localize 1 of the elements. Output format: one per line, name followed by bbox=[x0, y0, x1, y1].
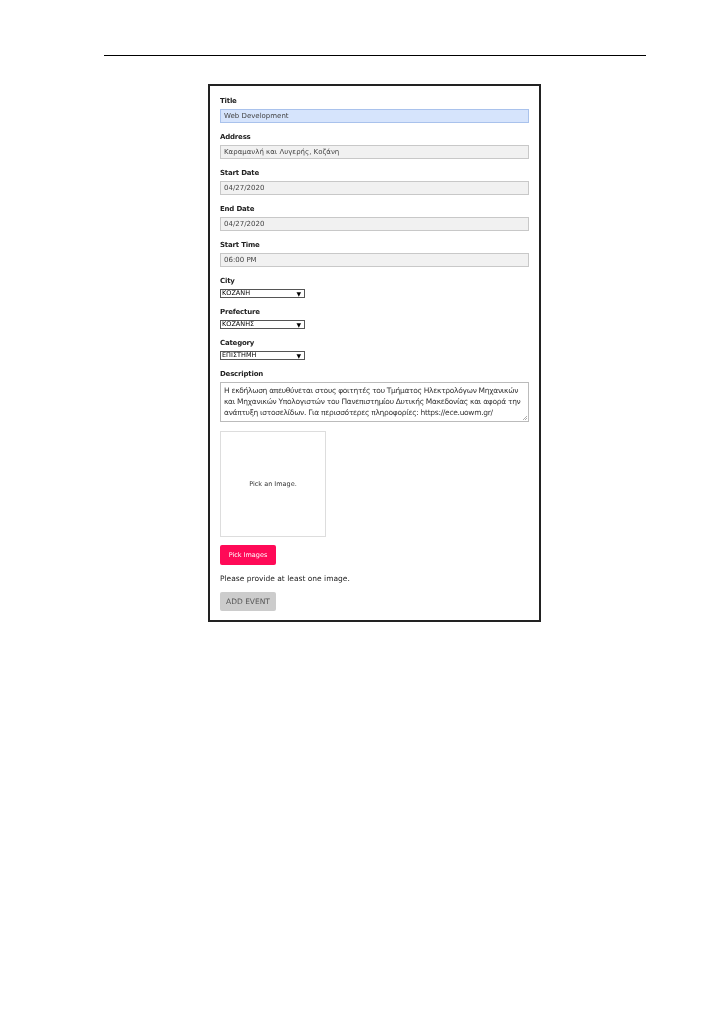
resize-grip-icon[interactable] bbox=[522, 415, 527, 420]
